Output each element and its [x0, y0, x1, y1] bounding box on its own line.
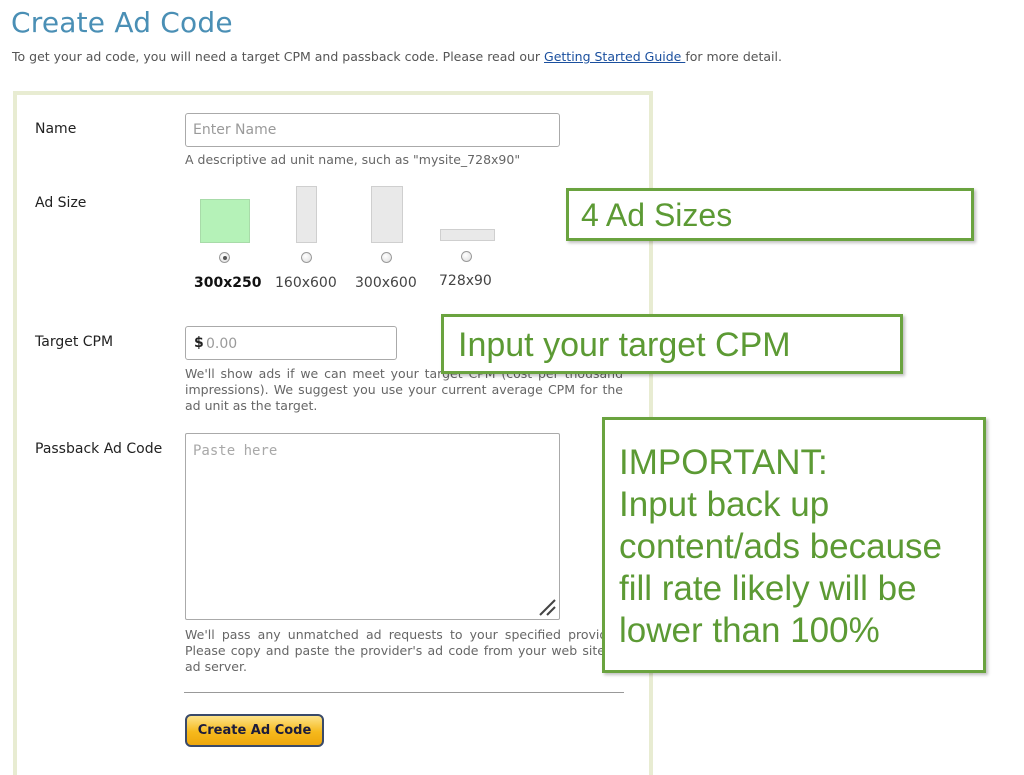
- annotation-important: IMPORTANT: Input back up content/ads bec…: [602, 417, 986, 673]
- ad-size-thumbnail-728x90[interactable]: [440, 229, 495, 241]
- form-divider: [184, 692, 624, 693]
- getting-started-guide-link[interactable]: Getting Started Guide: [544, 49, 685, 64]
- ad-size-label: Ad Size: [35, 195, 87, 211]
- ad-size-label-300x600: 300x600: [355, 275, 417, 291]
- ad-size-label-160x600: 160x600: [275, 275, 337, 291]
- page-title: Create Ad Code: [11, 6, 233, 39]
- resize-handle-icon[interactable]: [537, 597, 557, 617]
- annotation-important-line: Input back up: [619, 485, 830, 524]
- ad-size-thumbnail-300x600[interactable]: [371, 186, 403, 243]
- ad-size-radio-160x600[interactable]: [301, 252, 312, 263]
- ad-size-radio-300x250[interactable]: [219, 252, 230, 263]
- name-hint: A descriptive ad unit name, such as "mys…: [185, 152, 521, 167]
- ad-size-label-300x250: 300x250: [194, 275, 262, 291]
- ad-size-radio-728x90[interactable]: [461, 251, 472, 262]
- annotation-important-line: lower than 100%: [619, 611, 880, 650]
- annotation-target-cpm: Input your target CPM: [441, 314, 903, 374]
- passback-ad-code-label: Passback Ad Code: [35, 441, 163, 457]
- intro-text-prefix: To get your ad code, you will need a tar…: [12, 49, 545, 64]
- ad-size-label-728x90: 728x90: [439, 273, 492, 289]
- intro-text: To get your ad code, you will need a tar…: [12, 49, 782, 64]
- annotation-important-line: fill rate likely will be: [619, 569, 917, 608]
- annotation-important-line: IMPORTANT:: [619, 443, 828, 482]
- annotation-ad-sizes: 4 Ad Sizes: [566, 188, 974, 241]
- ad-size-thumbnail-160x600[interactable]: [296, 186, 317, 243]
- passback-ad-code-textarea[interactable]: [185, 433, 560, 620]
- dollar-sign-icon: $: [194, 335, 204, 351]
- target-cpm-field[interactable]: $: [185, 326, 397, 360]
- create-ad-code-button[interactable]: Create Ad Code: [185, 714, 324, 747]
- ad-size-thumbnail-300x250[interactable]: [200, 199, 250, 243]
- passback-hint: We'll pass any unmatched ad requests to …: [185, 627, 623, 674]
- target-cpm-label: Target CPM: [35, 334, 114, 350]
- target-cpm-input[interactable]: [204, 328, 393, 360]
- ad-size-radio-300x600[interactable]: [381, 252, 392, 263]
- name-label: Name: [35, 121, 77, 137]
- intro-text-suffix: for more detail.: [685, 49, 782, 64]
- annotation-important-line: content/ads because: [619, 527, 943, 566]
- name-input[interactable]: [185, 113, 560, 147]
